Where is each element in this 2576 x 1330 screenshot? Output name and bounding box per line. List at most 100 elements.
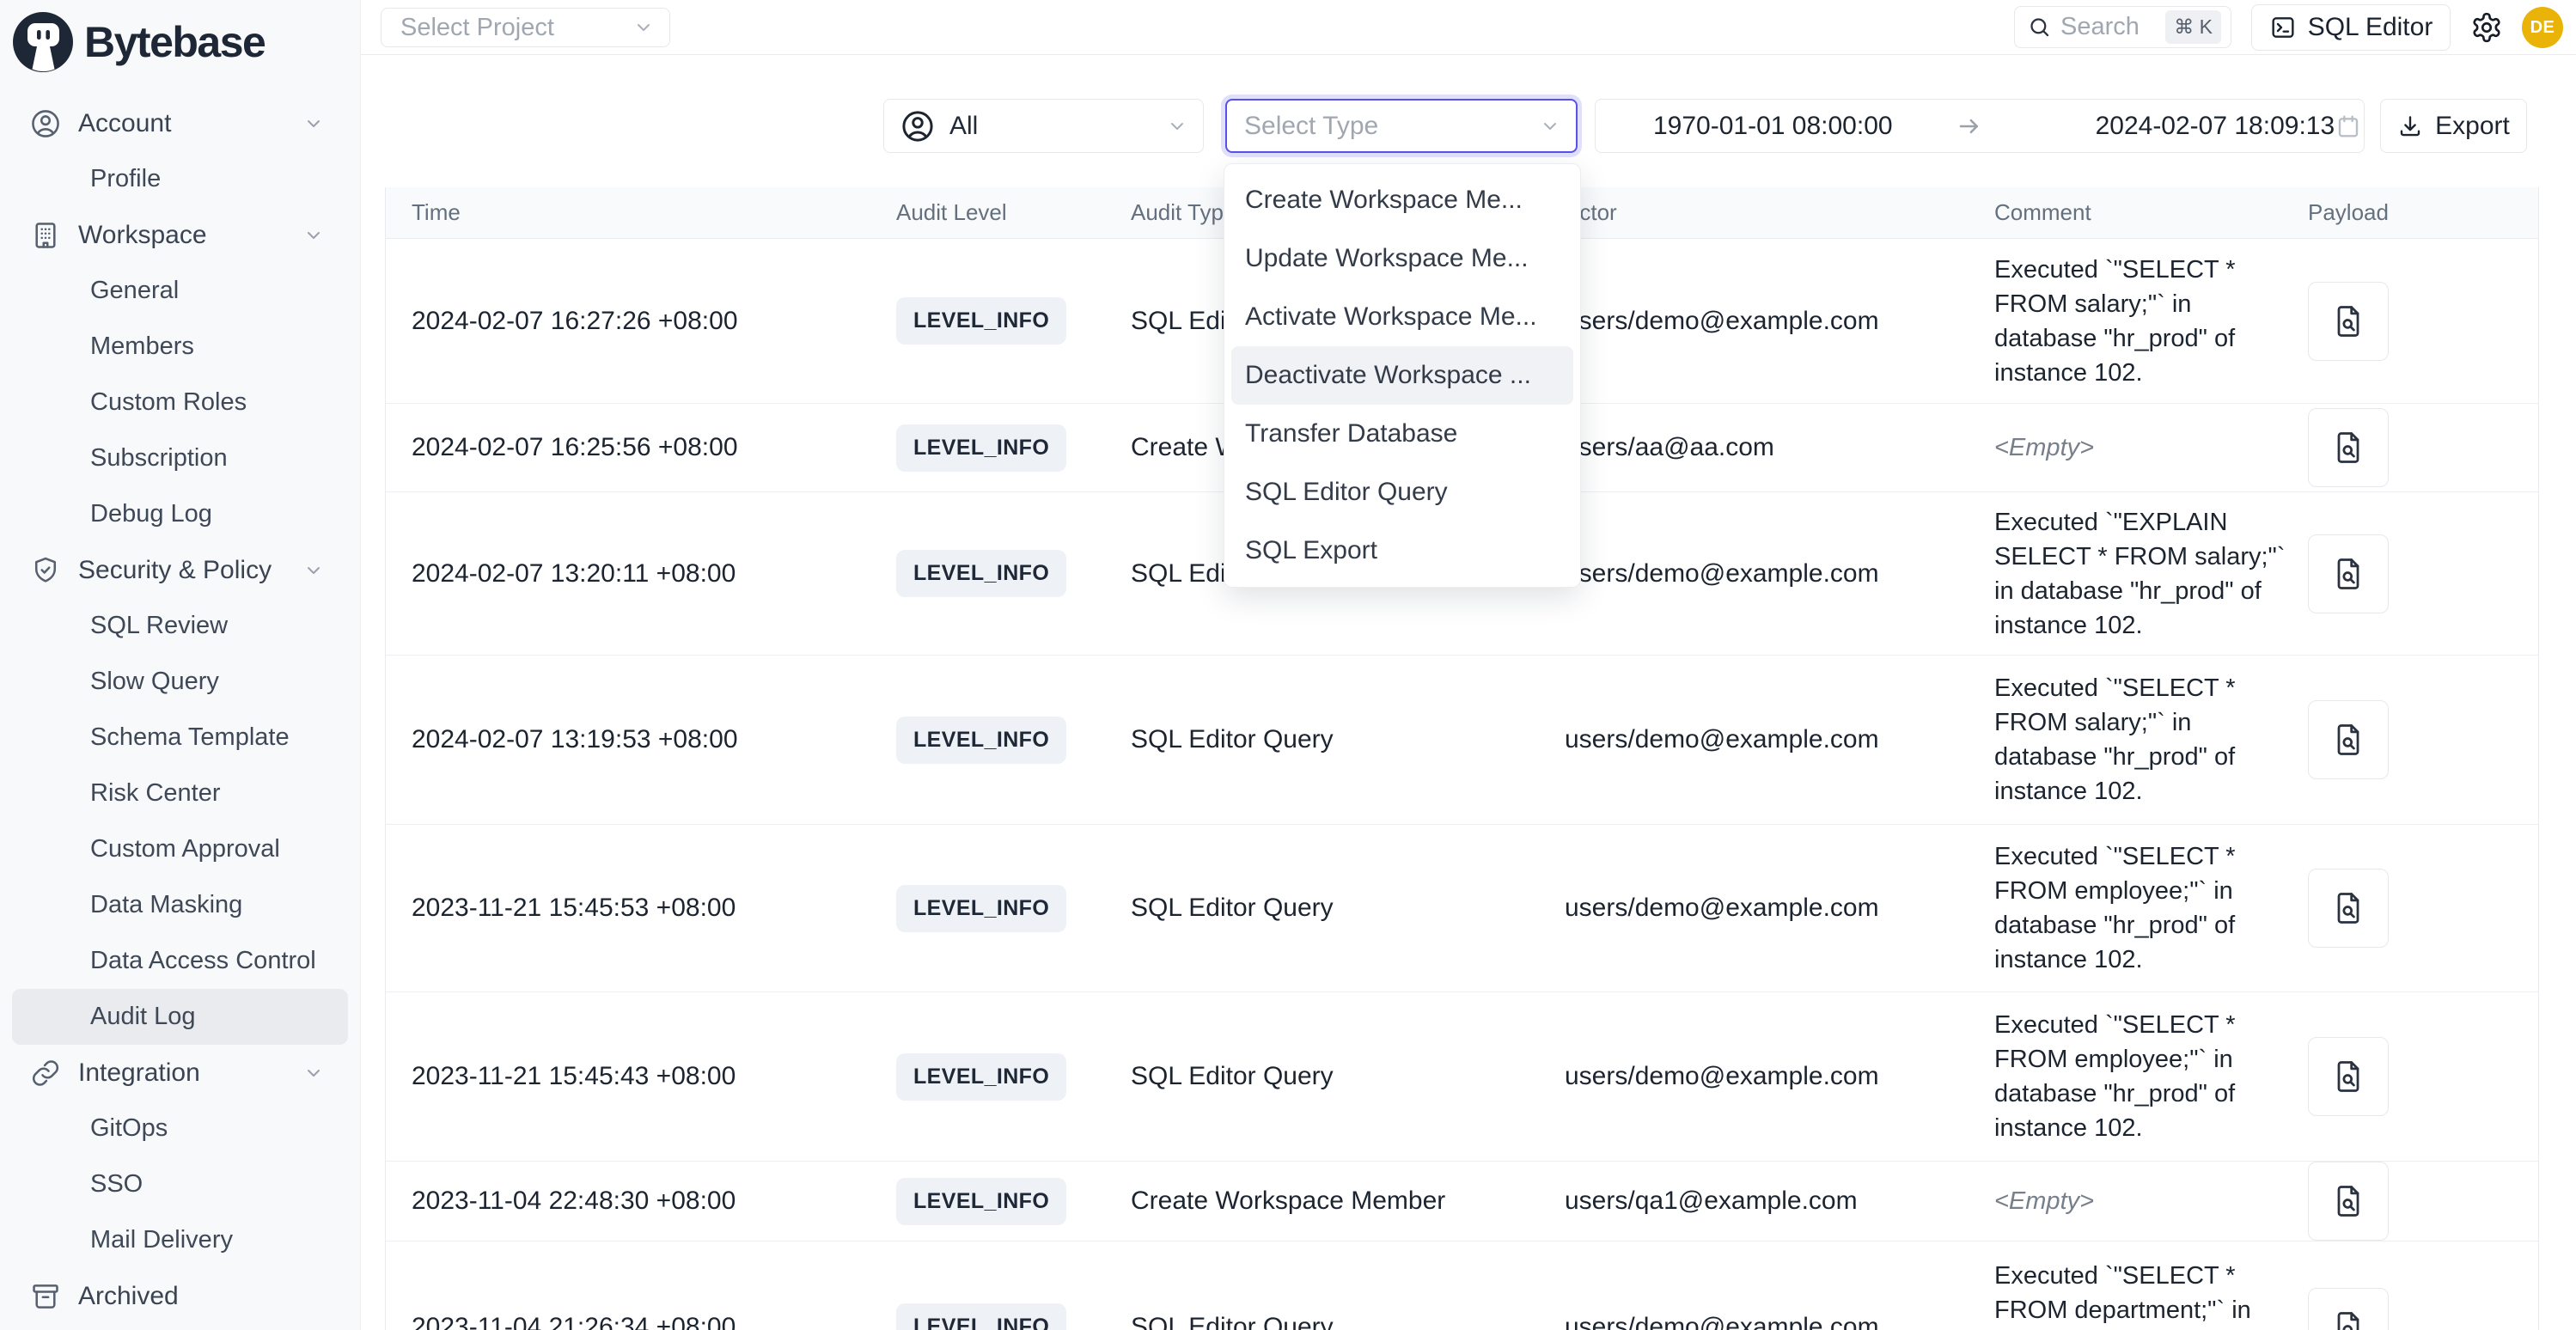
file-search-icon <box>2329 1058 2367 1095</box>
file-search-icon <box>2329 889 2367 927</box>
sidebar-item-workspace[interactable]: Workspace <box>12 207 348 263</box>
sidebar-item-security-policy[interactable]: Security & Policy <box>12 542 348 598</box>
calendar-icon <box>2335 113 2362 140</box>
bytebase-logo-icon <box>13 12 73 72</box>
payload-view-button[interactable] <box>2308 282 2389 361</box>
project-select[interactable]: Select Project <box>381 8 670 47</box>
file-search-icon <box>2329 1182 2367 1220</box>
payload-view-button[interactable] <box>2308 534 2389 613</box>
chevron-down-icon <box>303 113 324 134</box>
sidebar-item-audit-log[interactable]: Audit Log <box>12 989 348 1045</box>
date-range-picker[interactable]: 1970-01-01 08:00:00 2024-02-07 18:09:13 <box>1595 99 2365 153</box>
link-icon <box>29 1057 62 1089</box>
topbar: Select Project Search ⌘ K SQL Editor DE <box>361 0 2576 55</box>
search-icon <box>2028 15 2051 39</box>
chevron-down-icon <box>303 225 324 246</box>
sidebar-item-general[interactable]: General <box>12 263 348 319</box>
sidebar-item-account[interactable]: Account <box>12 95 348 151</box>
search-shortcut-badge: ⌘ K <box>2165 10 2221 44</box>
sidebar-item-schema-template[interactable]: Schema Template <box>12 710 348 766</box>
payload-view-button[interactable] <box>2308 1162 2389 1241</box>
sidebar-item-mail-delivery[interactable]: Mail Delivery <box>12 1212 348 1268</box>
sidebar-item-subscription[interactable]: Subscription <box>12 430 348 486</box>
menu-item-sql-export[interactable]: SQL Export <box>1231 522 1573 580</box>
table-row: 2023-11-21 15:45:43 +08:00 LEVEL_INFO SQ… <box>386 992 2538 1162</box>
type-filter-select[interactable]: Select Type <box>1225 99 1578 153</box>
file-search-icon <box>2329 429 2367 467</box>
shield-check-icon <box>29 554 62 587</box>
sidebar-item-custom-approval[interactable]: Custom Approval <box>12 821 348 877</box>
sidebar-item-sso[interactable]: SSO <box>12 1156 348 1212</box>
download-icon <box>2397 113 2423 139</box>
actor-filter-value: All <box>949 112 978 141</box>
sql-editor-label: SQL Editor <box>2308 13 2433 42</box>
search-placeholder: Search <box>2060 13 2156 41</box>
audit-level-badge: LEVEL_INFO <box>896 885 1066 932</box>
sidebar-item-gitops[interactable]: GitOps <box>12 1101 348 1156</box>
menu-item-activate-workspace-member[interactable]: Activate Workspace Me... <box>1231 288 1573 346</box>
export-button[interactable]: Export <box>2380 99 2527 153</box>
building-icon <box>29 219 62 252</box>
menu-item-deactivate-workspace-member[interactable]: Deactivate Workspace ... <box>1231 346 1573 405</box>
archive-icon <box>29 1280 62 1313</box>
table-row: 2023-11-21 15:45:53 +08:00 LEVEL_INFO SQ… <box>386 825 2538 992</box>
type-filter-placeholder: Select Type <box>1244 112 1378 141</box>
table-row: 2023-11-04 22:48:30 +08:00 LEVEL_INFO Cr… <box>386 1162 2538 1242</box>
file-search-icon <box>2329 302 2367 340</box>
export-label: Export <box>2435 112 2510 141</box>
sidebar-item-archived[interactable]: Archived <box>12 1268 348 1324</box>
sql-editor-button[interactable]: SQL Editor <box>2251 4 2451 51</box>
sidebar-item-data-access-control[interactable]: Data Access Control <box>12 933 348 989</box>
audit-level-badge: LEVEL_INFO <box>896 424 1066 472</box>
brand-name: Bytebase <box>84 17 265 67</box>
sidebar-item-members[interactable]: Members <box>12 319 348 375</box>
file-search-icon <box>2329 555 2367 593</box>
type-filter-dropdown-menu: Create Workspace Me... Update Workspace … <box>1224 163 1581 588</box>
sidebar-item-integration[interactable]: Integration <box>12 1045 348 1101</box>
date-range-start: 1970-01-01 08:00:00 <box>1653 112 1893 141</box>
sidebar-item-sql-review[interactable]: SQL Review <box>12 598 348 654</box>
sidebar-item-risk-center[interactable]: Risk Center <box>12 766 348 821</box>
payload-view-button[interactable] <box>2308 869 2389 948</box>
sidebar-item-debug-log[interactable]: Debug Log <box>12 486 348 542</box>
sidebar-item-slow-query[interactable]: Slow Query <box>12 654 348 710</box>
actor-filter-select[interactable]: All <box>883 99 1204 153</box>
menu-item-transfer-database[interactable]: Transfer Database <box>1231 405 1573 463</box>
search-input[interactable]: Search ⌘ K <box>2014 6 2231 48</box>
file-search-icon <box>2329 721 2367 759</box>
avatar-initials: DE <box>2530 18 2555 38</box>
audit-level-badge: LEVEL_INFO <box>896 1303 1066 1330</box>
menu-item-sql-editor-query[interactable]: SQL Editor Query <box>1231 463 1573 522</box>
sidebar-nav: Account Profile Workspace General Member… <box>0 72 360 1324</box>
menu-item-create-workspace-member[interactable]: Create Workspace Me... <box>1231 171 1573 229</box>
sidebar-item-profile[interactable]: Profile <box>12 151 348 207</box>
terminal-icon <box>2269 14 2297 41</box>
payload-view-button[interactable] <box>2308 1288 2389 1330</box>
chevron-down-icon <box>1167 116 1187 137</box>
audit-level-badge: LEVEL_INFO <box>896 297 1066 345</box>
user-circle-icon <box>900 108 936 144</box>
payload-view-button[interactable] <box>2308 1037 2389 1116</box>
column-header-time: Time <box>386 199 896 226</box>
chevron-down-icon <box>303 560 324 581</box>
arrow-right-icon <box>1893 113 1982 139</box>
menu-item-update-workspace-member[interactable]: Update Workspace Me... <box>1231 229 1573 288</box>
sidebar-item-data-masking[interactable]: Data Masking <box>12 877 348 933</box>
table-row: 2024-02-07 13:19:53 +08:00 LEVEL_INFO SQ… <box>386 656 2538 825</box>
file-search-icon <box>2329 1309 2367 1330</box>
column-header-actor: Actor <box>1565 199 1994 226</box>
brand-logo[interactable]: Bytebase <box>0 0 360 72</box>
sidebar-item-custom-roles[interactable]: Custom Roles <box>12 375 348 430</box>
sidebar: Bytebase Account Profile Workspace Gener… <box>0 0 361 1330</box>
payload-view-button[interactable] <box>2308 700 2389 779</box>
settings-gear-icon[interactable] <box>2470 11 2503 44</box>
user-circle-icon <box>29 107 62 140</box>
payload-view-button[interactable] <box>2308 408 2389 487</box>
audit-level-badge: LEVEL_INFO <box>896 1053 1066 1101</box>
chevron-down-icon <box>303 1063 324 1083</box>
date-range-end: 2024-02-07 18:09:13 <box>2096 112 2335 141</box>
audit-level-badge: LEVEL_INFO <box>896 717 1066 764</box>
user-avatar[interactable]: DE <box>2522 7 2563 48</box>
audit-level-badge: LEVEL_INFO <box>896 1178 1066 1225</box>
chevron-down-icon <box>1540 116 1560 137</box>
